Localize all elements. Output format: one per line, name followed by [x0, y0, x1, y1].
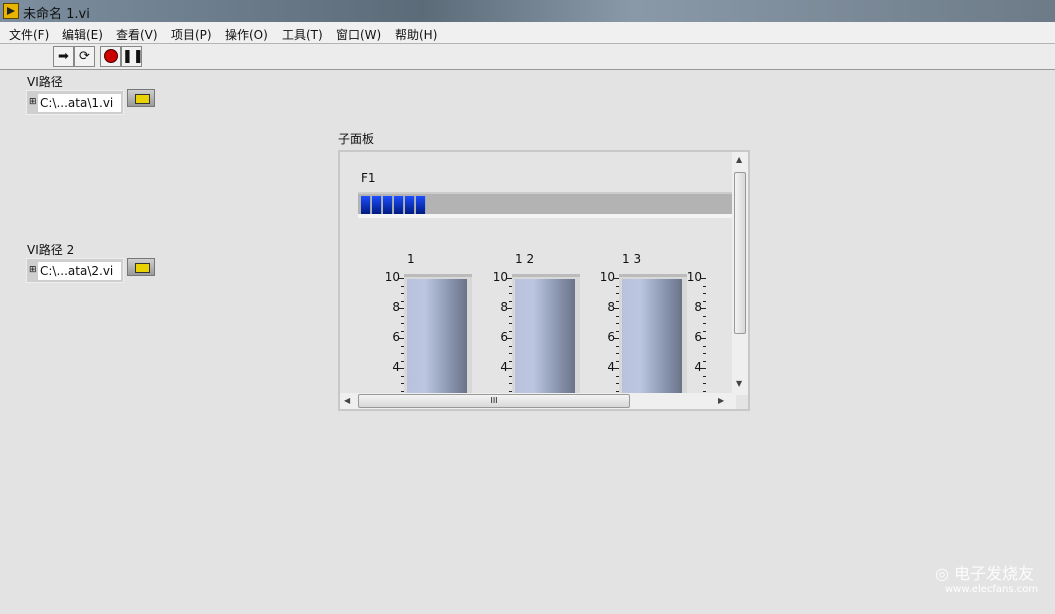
tank-scale: 10 8 6 4 — [684, 270, 706, 409]
vi-path-control[interactable]: ⊞ C:\...ata\1.vi — [26, 90, 124, 115]
progress-block — [383, 196, 393, 214]
watermark-logo: ◎ 电子发烧友 www.elecfans.com — [935, 564, 1039, 595]
tick-mark — [700, 368, 706, 369]
tick-mark — [703, 300, 706, 302]
vi-path-2-input[interactable]: C:\...ata\2.vi — [38, 262, 121, 280]
vi-path-2-label: VI路径 2 — [27, 243, 75, 257]
scroll-up-icon[interactable]: ▲ — [736, 155, 742, 164]
menu-bar: 文件(F) 编辑(E) 查看(V) 项目(P) 操作(O) 工具(T) 窗口(W… — [0, 22, 1055, 44]
tank-indicator — [619, 274, 687, 404]
progress-block — [416, 196, 426, 214]
tank-label: 1 3 — [622, 252, 642, 266]
progress-label: F1 — [361, 171, 376, 185]
menu-view[interactable]: 查看(V) — [116, 26, 158, 43]
menu-operate[interactable]: 操作(O) — [225, 26, 268, 43]
tick-mark — [700, 278, 706, 279]
browse-folder-icon[interactable] — [127, 89, 155, 107]
horizontal-scrollbar[interactable]: ◀ III ▶ — [340, 393, 736, 409]
horizontal-scroll-thumb[interactable]: III — [358, 394, 630, 408]
tick-label: 6 — [392, 330, 400, 344]
menu-help[interactable]: 帮助(H) — [395, 26, 437, 43]
subpanel-label: 子面板 — [338, 132, 375, 146]
vi-path-label: VI路径 — [27, 75, 63, 89]
tick-label: 8 — [607, 300, 615, 314]
tank-scale: 10 8 6 4 — [490, 270, 512, 409]
tick-mark — [703, 323, 706, 324]
title-bar: 未命名 1.vi — [0, 0, 1055, 22]
vertical-scrollbar[interactable]: ▲ ▼ — [732, 152, 748, 395]
tank-fill — [515, 279, 575, 404]
labview-icon — [3, 3, 19, 19]
tick-label: 10 — [384, 270, 400, 284]
menu-tools[interactable]: 工具(T) — [282, 26, 323, 43]
pause-icon[interactable]: ❚❚ — [121, 46, 144, 67]
tick-label: 6 — [607, 330, 615, 344]
tick-label: 4 — [500, 360, 508, 374]
toolbar: ➡ ⟳ ❚❚ — [0, 44, 1055, 70]
tick-label: 6 — [500, 330, 508, 344]
vi-path-2-control[interactable]: ⊞ C:\...ata\2.vi — [26, 258, 124, 283]
tick-mark — [700, 338, 706, 339]
tick-mark — [703, 383, 706, 384]
scroll-right-icon[interactable]: ▶ — [718, 396, 724, 405]
progress-block — [372, 196, 382, 214]
scroll-left-icon[interactable]: ◀ — [344, 396, 350, 405]
tank-indicator — [404, 274, 472, 404]
tick-mark — [703, 353, 706, 354]
tick-label: 10 — [492, 270, 508, 284]
tick-label: 8 — [392, 300, 400, 314]
window-title: 未命名 1.vi — [23, 7, 90, 22]
browse-folder-icon[interactable] — [127, 258, 155, 276]
tick-label: 4 — [694, 360, 702, 374]
menu-file[interactable]: 文件(F) — [9, 26, 49, 43]
progress-bar — [358, 192, 734, 218]
run-continuously-icon[interactable]: ⟳ — [74, 46, 95, 67]
vi-path-input[interactable]: C:\...ata\1.vi — [38, 94, 121, 112]
subpanel: F1 1 10 8 6 4 1 2 10 8 6 4 1 3 10 8 6 4 10 8 6 4 ▲ ▼ ◀ III… — [338, 150, 750, 411]
tick-mark — [703, 315, 706, 317]
path-icon: ⊞ — [29, 97, 37, 107]
progress-block — [361, 196, 371, 214]
tick-label: 6 — [694, 330, 702, 344]
vertical-scroll-thumb[interactable] — [734, 172, 746, 334]
menu-project[interactable]: 项目(P) — [171, 26, 212, 43]
menu-edit[interactable]: 编辑(E) — [62, 26, 103, 43]
progress-block — [394, 196, 404, 214]
tick-label: 8 — [500, 300, 508, 314]
tank-scale: 10 8 6 4 — [597, 270, 619, 409]
tick-mark — [703, 330, 706, 332]
tick-mark — [703, 390, 706, 392]
tick-mark — [703, 345, 706, 347]
abort-icon[interactable] — [100, 46, 121, 67]
progress-block — [405, 196, 415, 214]
tick-label: 4 — [392, 360, 400, 374]
scroll-down-icon[interactable]: ▼ — [736, 379, 742, 388]
tank-fill — [622, 279, 682, 404]
menu-window[interactable]: 窗口(W) — [336, 26, 381, 43]
tick-mark — [703, 375, 706, 377]
tank-fill — [407, 279, 467, 404]
tank-scale: 10 8 6 4 — [382, 270, 404, 409]
tick-mark — [703, 360, 706, 362]
tick-label: 4 — [607, 360, 615, 374]
tick-label: 10 — [599, 270, 615, 284]
tick-mark — [703, 293, 706, 294]
tank-label: 1 — [407, 252, 415, 266]
tank-label: 1 2 — [515, 252, 535, 266]
run-icon[interactable]: ➡ — [53, 46, 74, 67]
tick-label: 10 — [686, 270, 702, 284]
tick-mark — [700, 308, 706, 309]
tick-label: 8 — [694, 300, 702, 314]
path-icon: ⊞ — [29, 265, 37, 275]
tank-indicator — [512, 274, 580, 404]
tick-mark — [703, 285, 706, 287]
